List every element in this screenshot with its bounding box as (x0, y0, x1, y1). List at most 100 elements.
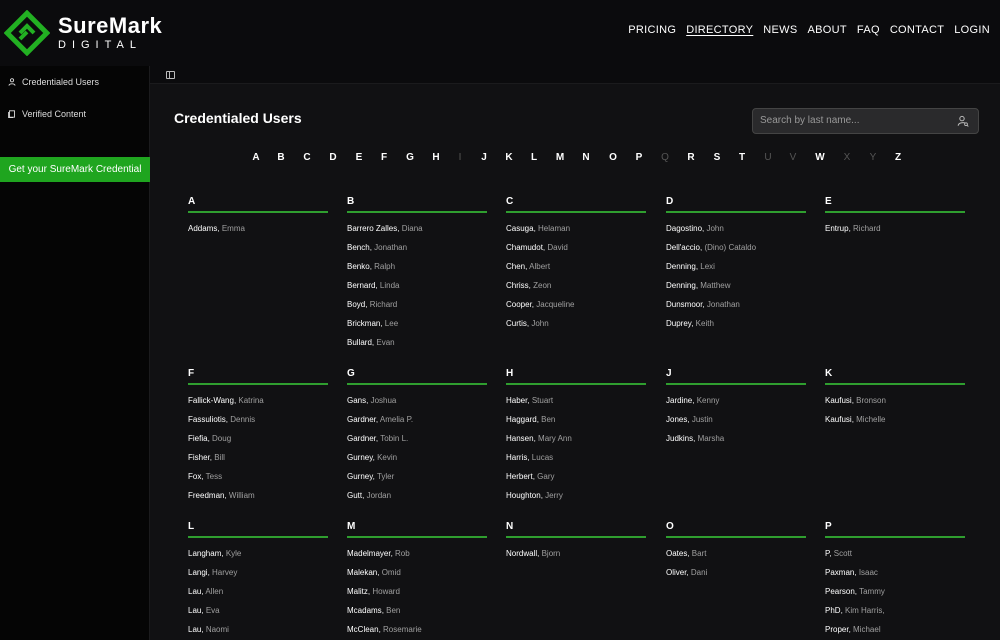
directory-entry[interactable]: Chriss, Zeon (506, 281, 646, 300)
user-search-icon[interactable] (957, 115, 969, 127)
directory-entry[interactable]: Addams, Emma (188, 224, 328, 243)
get-credential-button[interactable]: Get your SureMark Credential (0, 157, 150, 182)
directory-entry[interactable]: Chen, Albert (506, 262, 646, 281)
alphabet-letter-z[interactable]: Z (895, 152, 901, 163)
directory-entry[interactable]: Oliver, Dani (666, 568, 806, 587)
directory-entry[interactable]: Proper, Michael (825, 625, 965, 640)
directory-entry[interactable]: Hansen, Mary Ann (506, 434, 646, 453)
directory-entry[interactable]: Mcadams, Ben (347, 606, 487, 625)
nav-link-contact[interactable]: CONTACT (890, 24, 944, 36)
directory-entry[interactable]: Casuga, Helaman (506, 224, 646, 243)
directory-entry[interactable]: Fisher, Bill (188, 453, 328, 472)
directory-entry[interactable]: Malitz, Howard (347, 587, 487, 606)
directory-entry[interactable]: Freedman, William (188, 491, 328, 510)
directory-entry[interactable]: Denning, Matthew (666, 281, 806, 300)
directory-entry[interactable]: Bullard, Evan (347, 338, 487, 357)
directory-entry[interactable]: Gurney, Tyler (347, 472, 487, 491)
directory-entry[interactable]: Chamudot, David (506, 243, 646, 262)
directory-entry[interactable]: Lau, Allen (188, 587, 328, 606)
alphabet-letter-f[interactable]: F (381, 152, 387, 163)
directory-entry[interactable]: Boyd, Richard (347, 300, 487, 319)
directory-entry[interactable]: Judkins, Marsha (666, 434, 806, 453)
directory-entry[interactable]: Gutt, Jordan (347, 491, 487, 510)
directory-entry[interactable]: Gans, Joshua (347, 396, 487, 415)
alphabet-letter-a[interactable]: A (252, 152, 259, 163)
alphabet-letter-c[interactable]: C (303, 152, 310, 163)
directory-entry[interactable]: Langham, Kyle (188, 549, 328, 568)
directory-entry[interactable]: Cooper, Jacqueline (506, 300, 646, 319)
directory-entry[interactable]: Dunsmoor, Jonathan (666, 300, 806, 319)
alphabet-letter-l[interactable]: L (531, 152, 537, 163)
alphabet-letter-r[interactable]: R (687, 152, 694, 163)
directory-entry[interactable]: Gardner, Amelia P. (347, 415, 487, 434)
directory-entry[interactable]: Duprey, Keith (666, 319, 806, 338)
directory-entry[interactable]: Houghton, Jerry (506, 491, 646, 510)
directory-entry[interactable]: Jones, Justin (666, 415, 806, 434)
first-name: Katrina (238, 396, 264, 405)
directory-entry[interactable]: Entrup, Richard (825, 224, 965, 243)
directory-entry[interactable]: Haber, Stuart (506, 396, 646, 415)
directory-entry[interactable]: Fiefia, Doug (188, 434, 328, 453)
last-name: Gardner (347, 415, 376, 424)
search-input[interactable] (760, 115, 950, 126)
directory-entry[interactable]: Jardine, Kenny (666, 396, 806, 415)
directory-entry[interactable]: Kaufusi, Michelle (825, 415, 965, 434)
alphabet-letter-w[interactable]: W (815, 152, 824, 163)
directory-entry[interactable]: Dell'accio, (Dino) Cataldo (666, 243, 806, 262)
first-name: Dennis (230, 415, 256, 424)
sidebar-item-verified-content[interactable]: Verified Content (0, 98, 149, 130)
directory-entry[interactable]: Brickman, Lee (347, 319, 487, 338)
nav-link-pricing[interactable]: PRICING (628, 24, 676, 36)
directory-entry[interactable]: Herbert, Gary (506, 472, 646, 491)
directory-entry[interactable]: Malekan, Omid (347, 568, 487, 587)
directory-entry[interactable]: Gurney, Kevin (347, 453, 487, 472)
alphabet-letter-h[interactable]: H (432, 152, 439, 163)
directory-entry[interactable]: Nordwall, Bjorn (506, 549, 646, 568)
directory-entry[interactable]: Kaufusi, Bronson (825, 396, 965, 415)
brand-logo[interactable]: SureMark DIGITAL (4, 10, 162, 56)
directory-entry[interactable]: Denning, Lexi (666, 262, 806, 281)
nav-link-login[interactable]: LOGIN (954, 24, 990, 36)
alphabet-letter-t[interactable]: T (739, 152, 745, 163)
directory-entry[interactable]: PhD, Kim Harris, (825, 606, 965, 625)
directory-entry[interactable]: McClean, Rosemarie (347, 625, 487, 640)
directory-entry[interactable]: Madelmayer, Rob (347, 549, 487, 568)
alphabet-letter-j[interactable]: J (481, 152, 487, 163)
directory-entry[interactable]: Harris, Lucas (506, 453, 646, 472)
nav-link-faq[interactable]: FAQ (857, 24, 880, 36)
directory-entry[interactable]: Paxman, Isaac (825, 568, 965, 587)
sidebar-toggle-icon[interactable] (166, 71, 175, 79)
sidebar-item-credentialed-users[interactable]: Credentialed Users (0, 66, 149, 98)
directory-entry[interactable]: Pearson, Tammy (825, 587, 965, 606)
directory-entry[interactable]: Oates, Bart (666, 549, 806, 568)
nav-link-about[interactable]: ABOUT (808, 24, 847, 36)
directory-entry[interactable]: Barrero Zalles, Diana (347, 224, 487, 243)
alphabet-letter-k[interactable]: K (505, 152, 512, 163)
alphabet-letter-p[interactable]: P (636, 152, 643, 163)
directory-entry[interactable]: Lau, Eva (188, 606, 328, 625)
directory-entry[interactable]: Bernard, Linda (347, 281, 487, 300)
directory-entry[interactable]: Haggard, Ben (506, 415, 646, 434)
directory-entry[interactable]: Bench, Jonathan (347, 243, 487, 262)
directory-entry[interactable]: Fox, Tess (188, 472, 328, 491)
directory-entry[interactable]: Langi, Harvey (188, 568, 328, 587)
directory-entry[interactable]: Gardner, Tobin L. (347, 434, 487, 453)
alphabet-letter-s[interactable]: S (714, 152, 721, 163)
directory-entry[interactable]: P, Scott (825, 549, 965, 568)
alphabet-letter-g[interactable]: G (406, 152, 414, 163)
alphabet-letter-b[interactable]: B (277, 152, 284, 163)
alphabet-letter-e[interactable]: E (356, 152, 363, 163)
directory-entry[interactable]: Fassuliotis, Dennis (188, 415, 328, 434)
directory-entry[interactable]: Dagostino, John (666, 224, 806, 243)
nav-link-directory[interactable]: DIRECTORY (686, 24, 753, 36)
first-name: Diana (401, 224, 423, 233)
directory-entry[interactable]: Fallick-Wang, Katrina (188, 396, 328, 415)
alphabet-letter-m[interactable]: M (556, 152, 564, 163)
nav-link-news[interactable]: NEWS (763, 24, 797, 36)
directory-entry[interactable]: Lau, Naomi (188, 625, 328, 640)
alphabet-letter-n[interactable]: N (582, 152, 589, 163)
alphabet-letter-o[interactable]: O (609, 152, 617, 163)
alphabet-letter-d[interactable]: D (329, 152, 336, 163)
directory-entry[interactable]: Benko, Ralph (347, 262, 487, 281)
directory-entry[interactable]: Curtis, John (506, 319, 646, 338)
